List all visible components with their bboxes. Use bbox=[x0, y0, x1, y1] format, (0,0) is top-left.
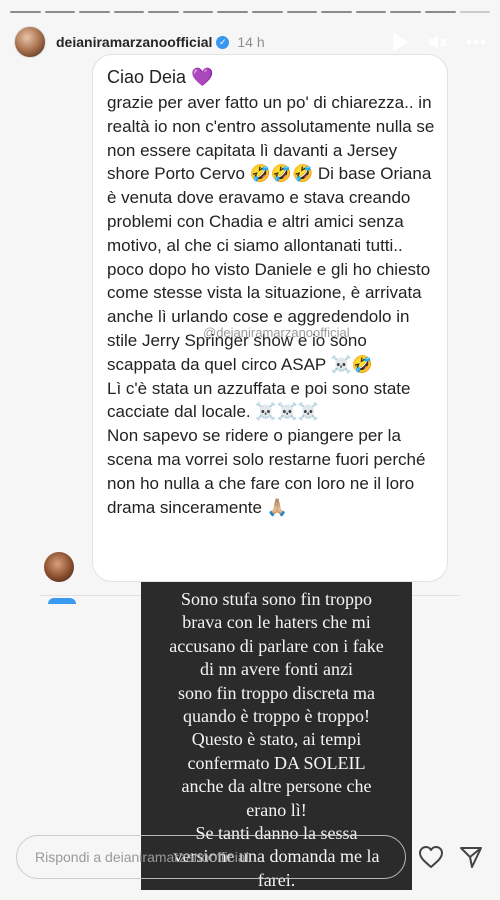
story-segment bbox=[217, 11, 249, 13]
message-greeting: Ciao Deia 💜 bbox=[107, 67, 214, 87]
more-icon[interactable] bbox=[466, 32, 486, 52]
story-segment bbox=[182, 11, 214, 13]
play-icon[interactable] bbox=[390, 32, 410, 52]
story-timestamp: 14 h bbox=[237, 34, 265, 50]
send-icon[interactable] bbox=[458, 844, 484, 870]
story-segment bbox=[355, 11, 387, 13]
username[interactable]: deianiramarzanoofficial bbox=[56, 34, 212, 50]
reply-placeholder: Rispondi a deianiramarzanoofficial... bbox=[35, 849, 261, 865]
story-segment bbox=[148, 11, 179, 13]
story-segment bbox=[79, 11, 110, 13]
story-segment bbox=[459, 11, 491, 13]
mute-icon[interactable] bbox=[428, 32, 448, 52]
story-segment bbox=[44, 11, 76, 13]
username-watermark: @deianiramarzanoofficial bbox=[203, 325, 350, 340]
story-segment bbox=[286, 11, 318, 13]
story-segment bbox=[321, 11, 352, 13]
story-segment bbox=[390, 11, 421, 13]
header-controls bbox=[390, 32, 486, 52]
reply-input[interactable]: Rispondi a deianiramarzanoofficial... bbox=[16, 835, 406, 879]
verified-badge-icon: ✓ bbox=[216, 35, 230, 49]
story-segment bbox=[252, 11, 283, 13]
message-bubble: Ciao Deia 💜 grazie per aver fatto un po'… bbox=[92, 54, 448, 582]
heart-icon[interactable] bbox=[418, 844, 444, 870]
story-segment bbox=[113, 11, 145, 13]
message-body: grazie per aver fatto un po' di chiarezz… bbox=[107, 93, 435, 517]
next-message-avatar bbox=[48, 598, 76, 604]
profile-avatar[interactable] bbox=[14, 26, 46, 58]
story-segment bbox=[424, 11, 456, 13]
sender-avatar bbox=[44, 552, 74, 582]
story-segment bbox=[10, 11, 41, 13]
story-progress-bar bbox=[10, 11, 491, 13]
